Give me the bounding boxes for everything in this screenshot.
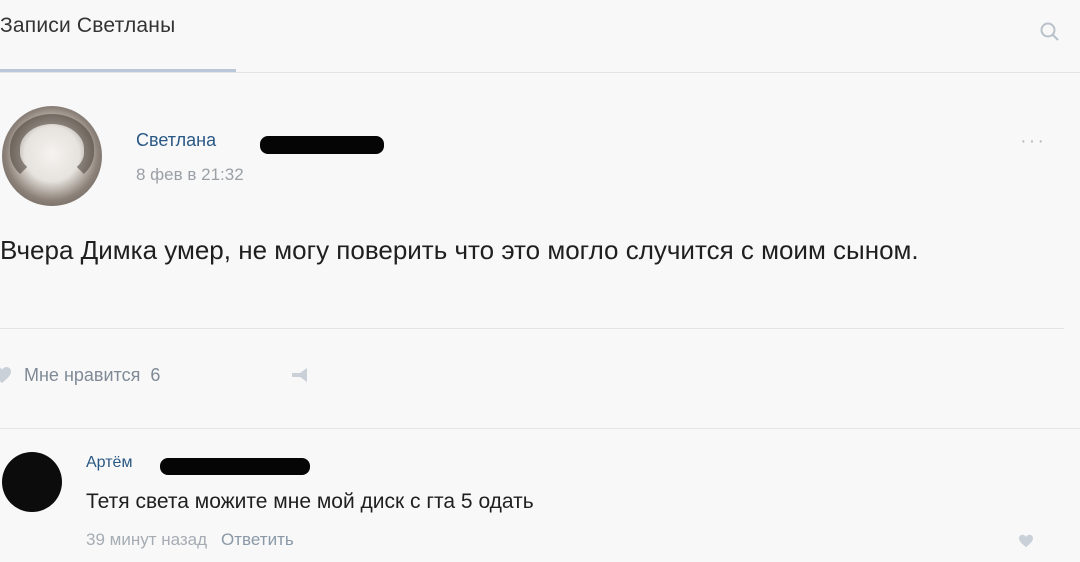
post-divider: [0, 328, 1064, 329]
share-icon[interactable]: [290, 365, 312, 385]
wall-post-page: Записи Светланы Светлана 8 фев в 21:32 ·…: [0, 0, 1080, 562]
like-button[interactable]: Мне нравится 6: [0, 362, 160, 388]
reply-button[interactable]: Ответить: [221, 530, 294, 550]
search-icon[interactable]: [1038, 20, 1062, 44]
comment-meta: 39 минут назад Ответить: [86, 530, 294, 550]
tab-user-posts[interactable]: Записи Светланы: [0, 14, 175, 38]
comment-text: Тетя света можите мне мой диск с гта 5 о…: [86, 490, 534, 513]
tabs-bar: Записи Светланы: [0, 0, 1080, 73]
avatar-hair-shape: [10, 114, 94, 184]
author-avatar[interactable]: [2, 106, 102, 206]
more-dots-icon[interactable]: ···: [1020, 130, 1046, 153]
post-text: Вчера Димка умер, не могу поверить что э…: [0, 235, 919, 265]
comment-divider: [0, 428, 1080, 429]
redaction-mark: [260, 136, 384, 154]
comment-author-name[interactable]: Артём: [86, 454, 132, 472]
like-count: 6: [150, 364, 161, 385]
heart-icon: [0, 367, 11, 383]
comment-like-icon[interactable]: [1018, 534, 1034, 548]
comment-author-avatar[interactable]: [2, 452, 62, 512]
like-label: Мне нравится: [24, 364, 141, 385]
comment-time[interactable]: 39 минут назад: [86, 530, 207, 550]
redaction-mark: [160, 458, 310, 475]
tab-active-underline: [0, 69, 236, 72]
post-date[interactable]: 8 фев в 21:32: [136, 165, 244, 185]
post-author-name[interactable]: Светлана: [136, 130, 216, 151]
